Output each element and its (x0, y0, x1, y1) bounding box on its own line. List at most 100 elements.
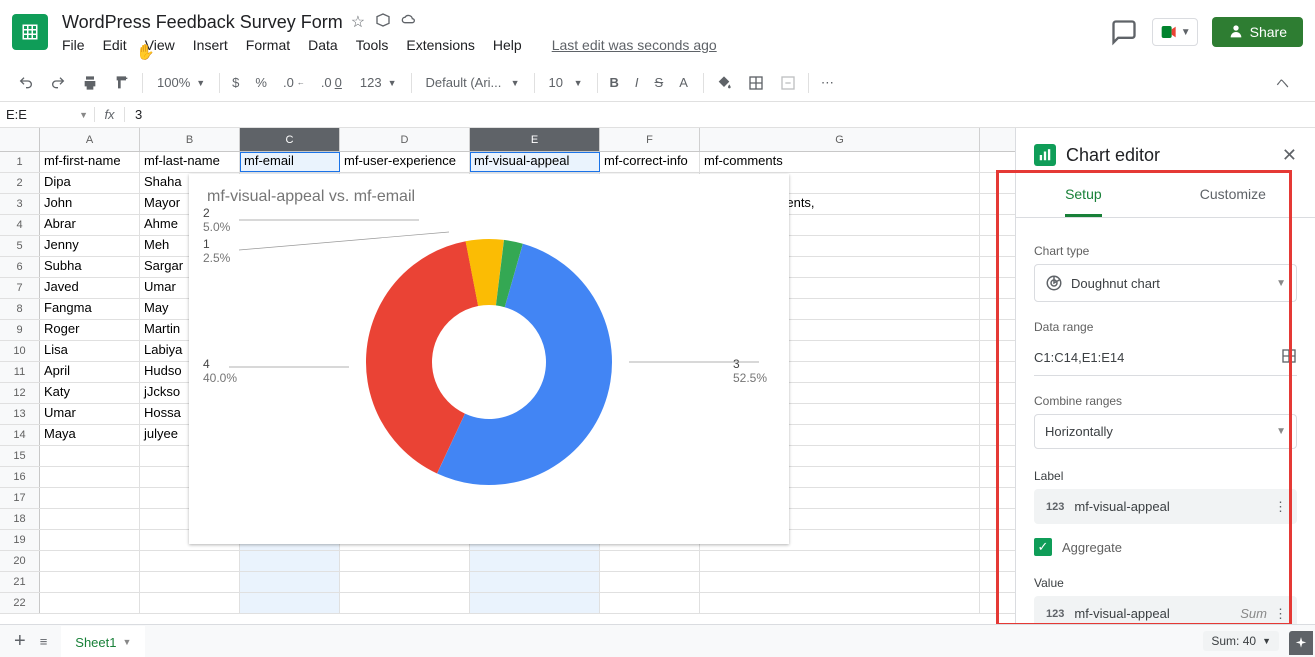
menu-file[interactable]: File (62, 37, 85, 53)
cell[interactable]: Abrar (40, 215, 140, 235)
redo-button[interactable] (44, 71, 72, 95)
row-header[interactable]: 9 (0, 320, 40, 340)
text-color-button[interactable]: A (673, 71, 697, 94)
bold-button[interactable]: B (604, 71, 625, 94)
star-icon[interactable]: ☆ (351, 12, 365, 33)
cell[interactable] (140, 551, 240, 571)
increase-decimal-button[interactable]: .00 (315, 71, 348, 94)
row-header[interactable]: 17 (0, 488, 40, 508)
row-header[interactable]: 13 (0, 404, 40, 424)
row-header[interactable]: 7 (0, 278, 40, 298)
cell[interactable] (40, 467, 140, 487)
row-header[interactable]: 21 (0, 572, 40, 592)
cell[interactable]: mf-email (240, 152, 340, 172)
cell[interactable] (40, 446, 140, 466)
cell[interactable]: mf-user-experience (340, 152, 470, 172)
font-select[interactable]: Default (Ari...▼ (418, 71, 528, 94)
more-icon[interactable]: ⋮ (1274, 606, 1287, 622)
row-header[interactable]: 1 (0, 152, 40, 172)
cloud-icon[interactable] (401, 12, 417, 33)
explore-button[interactable] (1289, 631, 1313, 655)
decrease-decimal-button[interactable]: .0← (277, 71, 311, 94)
row-header[interactable]: 10 (0, 341, 40, 361)
cell[interactable] (470, 593, 600, 613)
status-sum[interactable]: Sum: 40▼ (1203, 631, 1279, 651)
row-header[interactable]: 2 (0, 173, 40, 193)
menu-insert[interactable]: Insert (193, 37, 228, 53)
col-header-A[interactable]: A (40, 128, 140, 151)
more-toolbar-button[interactable]: ⋯ (815, 71, 840, 95)
cell[interactable]: Dipa (40, 173, 140, 193)
sheet-tab-1[interactable]: Sheet1▼ (61, 626, 145, 657)
menu-data[interactable]: Data (308, 37, 338, 53)
cell[interactable] (140, 572, 240, 592)
collapse-toolbar-button[interactable]: ヘ (1262, 69, 1303, 96)
number-format-select[interactable]: 123▼ (352, 71, 405, 94)
cell[interactable] (600, 572, 700, 592)
cell[interactable]: Jenny (40, 236, 140, 256)
cell[interactable] (240, 551, 340, 571)
cell[interactable]: April (40, 362, 140, 382)
menu-tools[interactable]: Tools (356, 37, 389, 53)
cell[interactable] (470, 551, 600, 571)
print-button[interactable] (76, 71, 104, 95)
cell[interactable] (700, 593, 980, 613)
cell[interactable] (600, 551, 700, 571)
cell[interactable] (40, 509, 140, 529)
cell[interactable]: mf-visual-appeal (470, 152, 600, 172)
undo-button[interactable] (12, 71, 40, 95)
italic-button[interactable]: I (629, 71, 645, 94)
more-icon[interactable]: ⋮ (1274, 499, 1287, 515)
formula-bar[interactable]: 3 (125, 107, 152, 122)
cell[interactable] (340, 593, 470, 613)
cell[interactable] (40, 551, 140, 571)
menu-format[interactable]: Format (246, 37, 290, 53)
row-header[interactable]: 8 (0, 299, 40, 319)
row-header[interactable]: 6 (0, 257, 40, 277)
row-header[interactable]: 12 (0, 383, 40, 403)
cell[interactable]: Umar (40, 404, 140, 424)
col-header-B[interactable]: B (140, 128, 240, 151)
row-header[interactable]: 18 (0, 509, 40, 529)
cell[interactable] (40, 572, 140, 592)
cell[interactable] (470, 572, 600, 592)
add-sheet-button[interactable]: + (14, 630, 26, 653)
select-all-corner[interactable] (0, 128, 40, 151)
row-header[interactable]: 5 (0, 236, 40, 256)
aggregate-checkbox[interactable]: ✓ (1034, 538, 1052, 556)
close-icon[interactable]: ✕ (1282, 145, 1297, 166)
last-edit-link[interactable]: Last edit was seconds ago (552, 37, 717, 53)
cell[interactable]: mf-last-name (140, 152, 240, 172)
cell[interactable]: Javed (40, 278, 140, 298)
tab-setup[interactable]: Setup (1065, 174, 1102, 217)
cell[interactable] (240, 593, 340, 613)
sheets-logo[interactable] (12, 14, 48, 50)
row-header[interactable]: 20 (0, 551, 40, 571)
cell[interactable] (140, 593, 240, 613)
cell[interactable]: Roger (40, 320, 140, 340)
row-header[interactable]: 3 (0, 194, 40, 214)
meet-button[interactable]: ▼ (1152, 18, 1198, 46)
cell[interactable]: John (40, 194, 140, 214)
chart-doughnut[interactable]: mf-visual-appeal vs. mf-email 352.5% 440… (189, 174, 789, 544)
name-box[interactable]: E:E▼ (0, 107, 95, 122)
data-range-input[interactable]: C1:C14,E1:E14 (1034, 344, 1124, 371)
value-chip[interactable]: 123 mf-visual-appeal Sum ⋮ (1034, 596, 1297, 626)
row-header[interactable]: 4 (0, 215, 40, 235)
menu-view[interactable]: View (145, 37, 175, 53)
col-header-G[interactable]: G (700, 128, 980, 151)
cell[interactable] (700, 551, 980, 571)
cell[interactable]: mf-comments (700, 152, 980, 172)
menu-edit[interactable]: Edit (103, 37, 127, 53)
currency-button[interactable]: $ (226, 71, 245, 94)
cell[interactable] (240, 572, 340, 592)
row-header[interactable]: 15 (0, 446, 40, 466)
label-chip[interactable]: 123 mf-visual-appeal ⋮ (1034, 489, 1297, 524)
row-header[interactable]: 19 (0, 530, 40, 550)
cell[interactable]: Lisa (40, 341, 140, 361)
percent-button[interactable]: % (249, 71, 273, 94)
all-sheets-button[interactable]: ≡ (40, 634, 48, 649)
font-size-select[interactable]: 10▼ (541, 71, 591, 94)
cell[interactable] (40, 593, 140, 613)
fill-color-button[interactable] (710, 71, 738, 95)
